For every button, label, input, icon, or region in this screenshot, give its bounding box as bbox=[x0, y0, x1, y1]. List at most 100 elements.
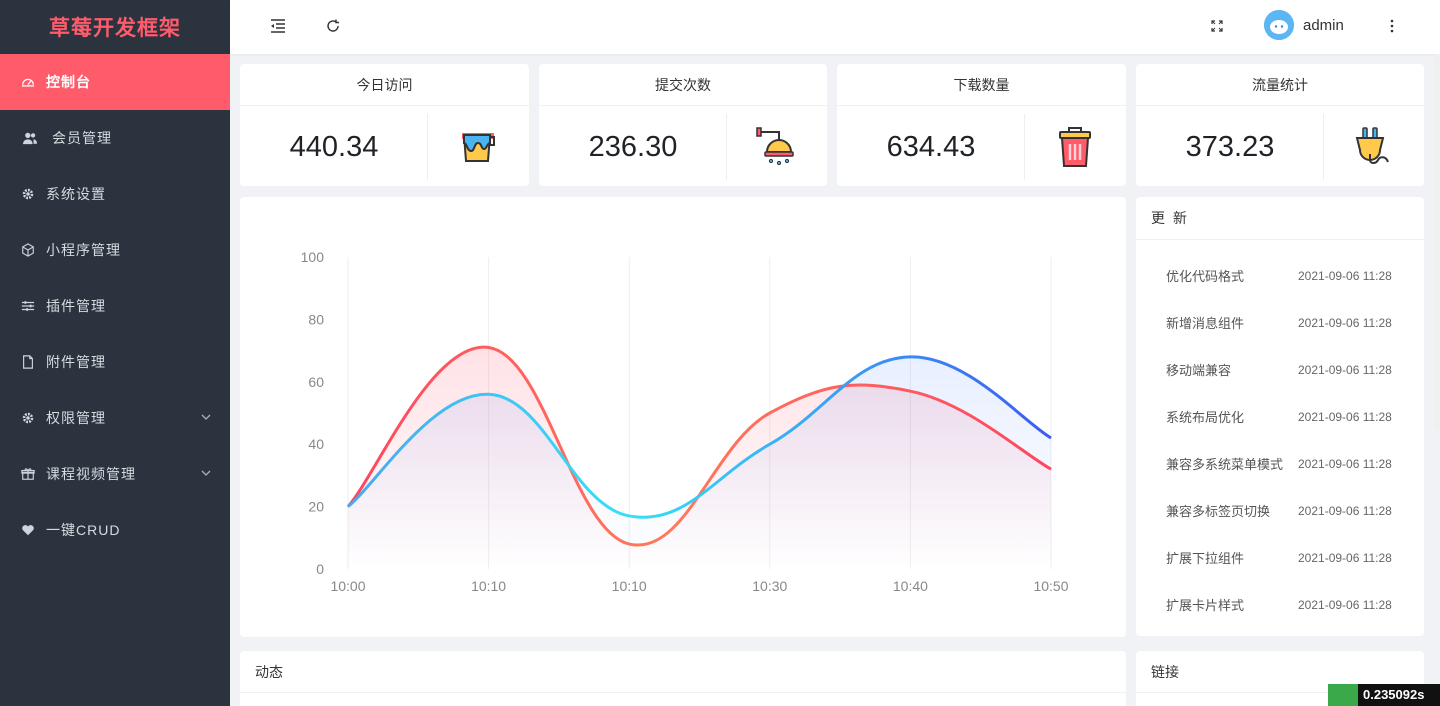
stat-value: 634.43 bbox=[886, 131, 976, 163]
timer-value: 0.235092s bbox=[1358, 684, 1440, 706]
sidebar-item-label: 系统设置 bbox=[46, 186, 106, 202]
sidebar-item-label: 附件管理 bbox=[46, 354, 106, 370]
username[interactable]: admin bbox=[1303, 17, 1344, 34]
y-tick-label: 60 bbox=[308, 374, 324, 390]
update-time: 2021-09-06 11:28 bbox=[1298, 409, 1392, 424]
stat-title: 提交次数 bbox=[539, 64, 827, 106]
sidebar-item-dashboard[interactable]: 控制台 bbox=[0, 54, 230, 110]
y-tick-label: 20 bbox=[308, 499, 324, 515]
updates-card: 更 新 优化代码格式 2021-09-06 11:28 新增消息组件 2021-09… bbox=[1136, 197, 1424, 636]
chevron-down-icon[interactable] bbox=[200, 411, 212, 423]
list-item[interactable]: 新增消息组件 2021-09-06 11:28 bbox=[1136, 299, 1424, 346]
stat-value: 373.23 bbox=[1185, 131, 1275, 163]
list-item[interactable]: 优化代码格式 2021-09-06 11:28 bbox=[1136, 252, 1424, 299]
sidebar-item-members[interactable]: 会员管理 bbox=[0, 110, 230, 166]
stat-card-downloads: 下载数量 634.43 bbox=[837, 64, 1126, 186]
sidebar-item-label: 小程序管理 bbox=[46, 242, 121, 258]
more-options-button[interactable] bbox=[1381, 15, 1403, 37]
sidebar-item-label: 控制台 bbox=[46, 74, 91, 90]
activity-title: 动态 bbox=[240, 651, 1126, 693]
sidebar-item-label: 权限管理 bbox=[46, 410, 106, 426]
sidebar-item-plugins[interactable]: 插件管理 bbox=[0, 278, 230, 334]
scrollbar[interactable] bbox=[1434, 54, 1440, 430]
plug-icon bbox=[1324, 120, 1424, 174]
update-text: 系统布局优化 bbox=[1166, 410, 1245, 425]
sidebar-item-miniprogram[interactable]: 小程序管理 bbox=[0, 222, 230, 278]
paint-bucket-icon bbox=[428, 120, 528, 174]
update-time: 2021-09-06 11:28 bbox=[1298, 362, 1392, 377]
visits-chart-card: 10:00 10:10 10:10 10:30 10:40 10:50 0 20 40 60 80 1… bbox=[240, 197, 1126, 637]
update-time: 2021-09-06 11:28 bbox=[1298, 315, 1392, 330]
x-tick-label: 10:00 bbox=[330, 578, 365, 594]
menu-toggle-button[interactable] bbox=[267, 15, 289, 37]
gear-icon bbox=[20, 410, 36, 426]
y-tick-label: 80 bbox=[308, 311, 324, 327]
update-text: 兼容多标签页切换 bbox=[1166, 504, 1271, 519]
trash-can-icon bbox=[1025, 120, 1125, 174]
y-tick-label: 0 bbox=[316, 561, 324, 577]
stat-title: 下载数量 bbox=[837, 64, 1126, 106]
activity-card: 动态 bbox=[240, 651, 1126, 706]
x-tick-label: 10:10 bbox=[612, 578, 647, 594]
brand-title[interactable]: 草莓开发框架 bbox=[0, 0, 230, 54]
sidebar-item-settings[interactable]: 系统设置 bbox=[0, 166, 230, 222]
list-item[interactable]: 扩展卡片样式 2021-09-06 11:28 bbox=[1136, 581, 1424, 628]
shower-icon bbox=[727, 120, 827, 174]
timer-logo-icon bbox=[1328, 684, 1358, 706]
refresh-icon bbox=[327, 19, 339, 32]
update-text: 扩展下拉组件 bbox=[1166, 551, 1245, 566]
sidebar: 草莓开发框架 控制台 会员管理 系统设置 小程序管理 插件管理 附件管理 权限管… bbox=[0, 0, 230, 706]
update-text: 优化代码格式 bbox=[1166, 269, 1245, 284]
stat-title: 今日访问 bbox=[240, 64, 529, 106]
more-vertical-icon bbox=[1390, 19, 1394, 33]
fullscreen-icon bbox=[1211, 20, 1223, 32]
y-tick-label: 40 bbox=[308, 436, 324, 452]
list-item[interactable]: 扩展下拉组件 2021-09-06 11:28 bbox=[1136, 534, 1424, 581]
gift-icon bbox=[20, 466, 36, 482]
update-text: 兼容多系统菜单模式 bbox=[1166, 457, 1284, 472]
update-text: 移动端兼容 bbox=[1166, 363, 1232, 378]
cube-icon bbox=[20, 242, 36, 258]
fullscreen-button[interactable] bbox=[1206, 15, 1228, 37]
sidebar-item-attachments[interactable]: 附件管理 bbox=[0, 334, 230, 390]
updates-title: 更 新 bbox=[1136, 197, 1424, 240]
update-time: 2021-09-06 11:28 bbox=[1298, 550, 1392, 565]
list-item[interactable]: 移动端兼容 2021-09-06 11:28 bbox=[1136, 346, 1424, 393]
sidebar-item-permissions[interactable]: 权限管理 bbox=[0, 390, 230, 446]
sidebar-item-crud[interactable]: 一键CRUD bbox=[0, 502, 230, 558]
y-tick-label: 100 bbox=[301, 249, 325, 265]
users-icon bbox=[22, 130, 38, 146]
avatar[interactable] bbox=[1264, 10, 1294, 40]
sidebar-item-label: 插件管理 bbox=[46, 298, 106, 314]
stat-value: 440.34 bbox=[289, 131, 379, 163]
user-menu[interactable]: admin bbox=[1264, 10, 1344, 40]
sliders-icon bbox=[20, 298, 36, 314]
updates-list: 优化代码格式 2021-09-06 11:28 新增消息组件 2021-09-06 … bbox=[1136, 240, 1424, 628]
sidebar-item-course-videos[interactable]: 课程视频管理 bbox=[0, 446, 230, 502]
file-icon bbox=[20, 354, 36, 370]
refresh-button[interactable] bbox=[322, 15, 344, 37]
x-tick-label: 10:50 bbox=[1033, 578, 1068, 594]
stat-value: 236.30 bbox=[588, 131, 678, 163]
stat-card-submissions: 提交次数 236.30 bbox=[539, 64, 827, 186]
update-text: 新增消息组件 bbox=[1166, 316, 1245, 331]
dashboard-icon bbox=[20, 74, 36, 90]
list-item[interactable]: 系统布局优化 2021-09-06 11:28 bbox=[1136, 393, 1424, 440]
sidebar-item-label: 会员管理 bbox=[52, 130, 112, 146]
sidebar-item-label: 课程视频管理 bbox=[46, 466, 136, 482]
list-item[interactable]: 兼容多标签页切换 2021-09-06 11:28 bbox=[1136, 487, 1424, 534]
update-time: 2021-09-06 11:28 bbox=[1298, 597, 1392, 612]
update-text: 扩展卡片样式 bbox=[1166, 598, 1245, 613]
gear-icon bbox=[20, 186, 36, 202]
sidebar-item-label: 一键CRUD bbox=[46, 522, 121, 538]
chevron-down-icon[interactable] bbox=[200, 467, 212, 479]
indent-icon bbox=[271, 19, 285, 33]
stat-title: 流量统计 bbox=[1136, 64, 1424, 106]
sidebar-nav: 控制台 会员管理 系统设置 小程序管理 插件管理 附件管理 权限管理 课程视频管… bbox=[0, 54, 230, 558]
top-header: admin bbox=[230, 0, 1440, 54]
update-time: 2021-09-06 11:28 bbox=[1298, 268, 1392, 283]
x-tick-label: 10:40 bbox=[893, 578, 928, 594]
stat-card-traffic: 流量统计 373.23 bbox=[1136, 64, 1424, 186]
update-time: 2021-09-06 11:28 bbox=[1298, 456, 1392, 471]
list-item[interactable]: 兼容多系统菜单模式 2021-09-06 11:28 bbox=[1136, 440, 1424, 487]
